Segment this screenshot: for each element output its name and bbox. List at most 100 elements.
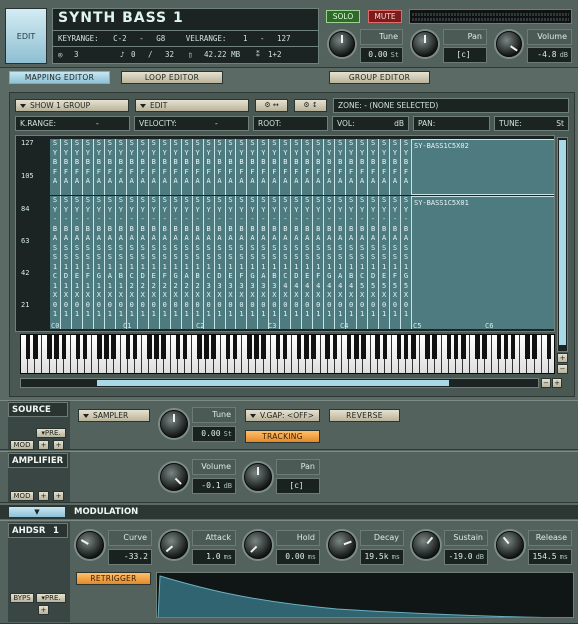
reverse-button[interactable]: REVERSE (329, 409, 400, 422)
lower-zone-cell[interactable]: S Y - B A S S 1 B 2 X 0 1 (192, 196, 204, 329)
loop-editor-button[interactable]: LOOP EDITOR (121, 71, 223, 84)
lower-zone-cell[interactable]: S Y - B A S S 1 G 1 X 0 1 (93, 196, 105, 329)
black-key[interactable] (182, 335, 188, 359)
decay-knob[interactable] (328, 531, 356, 559)
amplifier-add-mod-button[interactable]: + (38, 491, 49, 501)
sampler-dropdown[interactable]: SAMPLER (78, 409, 150, 422)
black-key[interactable] (197, 335, 202, 359)
upper-zone-cell[interactable]: S Y B F A (159, 139, 171, 195)
source-pre-button[interactable]: ▾PRE. (36, 428, 66, 438)
upper-zone-cell[interactable]: S Y B F A (346, 139, 358, 195)
upper-zone-cell[interactable]: S Y B F A (324, 139, 336, 195)
black-key[interactable] (396, 335, 402, 359)
pan-value[interactable]: [c] (443, 47, 487, 63)
zone-map-grid[interactable]: 127 105 84 63 42 21 S Y B F AS Y B F AS … (15, 135, 555, 332)
piano-keyboard[interactable] (20, 334, 555, 374)
amplifier-volume-knob[interactable] (160, 463, 188, 491)
modulation-collapse-button[interactable]: ▼ (8, 506, 66, 518)
upper-zone-cell[interactable]: S Y B F A (269, 139, 281, 195)
horizontal-scrollbar[interactable] (20, 378, 539, 388)
instrument-name[interactable]: SYNTH BASS 1 (58, 10, 184, 26)
vgap-dropdown[interactable]: V.GAP: <OFF> (245, 409, 320, 422)
lower-zone-cell[interactable]: S Y - B A S S 1 E 4 X 0 1 (302, 196, 314, 329)
upper-zone-cell[interactable]: S Y B F A (71, 139, 83, 195)
edit-dropdown[interactable]: EDIT (135, 99, 249, 112)
black-key[interactable] (232, 335, 238, 359)
black-key[interactable] (510, 335, 516, 359)
pan-knob[interactable] (412, 31, 438, 57)
black-key[interactable] (375, 335, 380, 359)
black-key[interactable] (175, 335, 181, 359)
black-key[interactable] (211, 335, 216, 359)
ahdsr-bypass-button[interactable]: BYPS (10, 593, 34, 603)
upper-zone-cell[interactable]: S Y B F A (236, 139, 248, 195)
upper-zone-cell[interactable]: S Y B F A (82, 139, 94, 195)
black-key[interactable] (460, 335, 466, 359)
upper-zone-cell[interactable]: S Y B F A (225, 139, 237, 195)
upper-zone-cell[interactable]: S Y B F A (181, 139, 193, 195)
upper-zone-cell[interactable]: S Y B F A (379, 139, 391, 195)
volume-value[interactable]: -4.8 dB (527, 47, 572, 63)
lower-zone-cell[interactable]: S Y - B A S S 1 G 2 X 0 1 (170, 196, 182, 329)
black-key[interactable] (254, 335, 259, 359)
curve-knob[interactable] (76, 531, 104, 559)
black-key[interactable] (496, 335, 502, 359)
upper-zone-cell[interactable]: S Y B F A (93, 139, 105, 195)
lower-zone-cell[interactable]: S Y - B A S S 1 A 4 X 0 1 (335, 196, 347, 329)
velocity-value[interactable]: - (215, 117, 218, 130)
black-key[interactable] (311, 335, 316, 359)
ahdsr-pre-button[interactable]: ▾PRE. (36, 593, 66, 603)
lower-zone-cell[interactable]: S Y - B A S S 1 D 1 X 0 1 (60, 196, 72, 329)
lower-zone-cell[interactable]: S Y - B A S S 1 F 3 X 0 1 (236, 196, 248, 329)
lower-zone-cell[interactable]: S Y - B A S S 1 B 4 X 0 1 (346, 196, 358, 329)
horizontal-scroll-thumb[interactable] (97, 380, 449, 386)
lower-zone-cell[interactable]: S Y - B A S S 1 E 3 X 0 1 (225, 196, 237, 329)
black-key[interactable] (132, 335, 138, 359)
upper-zone-cell[interactable]: S Y B F A (60, 139, 72, 195)
lower-zone-cell[interactable]: S Y - B A S S 1 C 5 X 0 1 (357, 196, 369, 329)
black-key[interactable] (25, 335, 31, 359)
solo-button[interactable]: SOLO (326, 10, 360, 23)
amplifier-pan-knob[interactable] (244, 463, 272, 491)
upper-zone-cell[interactable]: S Y B F A (401, 139, 412, 195)
upper-zone-cell[interactable]: S Y B F A (258, 139, 270, 195)
black-key[interactable] (332, 335, 338, 359)
black-key[interactable] (425, 335, 430, 359)
upper-zone-cell[interactable]: S Y B F A (247, 139, 259, 195)
release-value[interactable]: 154.5 ms (528, 549, 572, 565)
edit-button[interactable]: EDIT (5, 8, 47, 64)
group-editor-button[interactable]: GROUP EDITOR (329, 71, 430, 84)
black-key[interactable] (225, 335, 231, 359)
keyrange-high[interactable]: G8 (156, 34, 165, 43)
zoom-in-horizontal-button[interactable]: + (552, 378, 562, 388)
lower-zone-cell[interactable]: S Y - B A S S 1 F 4 X 0 1 (313, 196, 325, 329)
upper-zone-cell[interactable]: S Y B F A (115, 139, 127, 195)
upper-zone-cell[interactable]: S Y B F A (302, 139, 314, 195)
amplifier-mod-button[interactable]: MOD (10, 491, 34, 501)
upper-zone-cell[interactable]: S Y B F A (357, 139, 369, 195)
attack-knob[interactable] (160, 531, 188, 559)
black-key[interactable] (147, 335, 152, 359)
upper-zone-cell[interactable]: S Y B F A (137, 139, 149, 195)
black-key[interactable] (161, 335, 166, 359)
lower-zone-cell[interactable]: S Y - B A S S 1 A 1 X 0 1 (104, 196, 116, 329)
lower-zone-cell[interactable]: S Y - B A S S 1 D 5 X 0 1 (368, 196, 380, 329)
source-mod-button[interactable]: MOD (10, 440, 34, 450)
lower-zone-cell[interactable]: S Y - B A S S 1 B 1 X 0 1 (115, 196, 127, 329)
lower-zone-cell[interactable]: S Y - B A S S 1 C 2 X 0 1 (126, 196, 138, 329)
black-key[interactable] (403, 335, 409, 359)
velrange-high[interactable]: 127 (277, 34, 291, 43)
lower-zone-cell[interactable]: S Y - B A S S 1 G 5 X 0 1 (401, 196, 412, 329)
velrange-low[interactable]: 1 (243, 34, 248, 43)
lower-zone-cell[interactable]: S Y - B A S S 1 D 3 X 0 1 (214, 196, 226, 329)
upper-zone-cell[interactable]: S Y B F A (313, 139, 325, 195)
black-key[interactable] (432, 335, 437, 359)
black-key[interactable] (503, 335, 509, 359)
lower-zone-cell[interactable]: S Y - B A S S 1 F 5 X 0 1 (390, 196, 402, 329)
black-key[interactable] (296, 335, 302, 359)
upper-zone-cell[interactable]: S Y B F A (280, 139, 292, 195)
black-key[interactable] (47, 335, 52, 359)
black-key[interactable] (82, 335, 88, 359)
black-key[interactable] (382, 335, 388, 359)
amplifier-pan-value[interactable]: [c] (276, 478, 320, 494)
